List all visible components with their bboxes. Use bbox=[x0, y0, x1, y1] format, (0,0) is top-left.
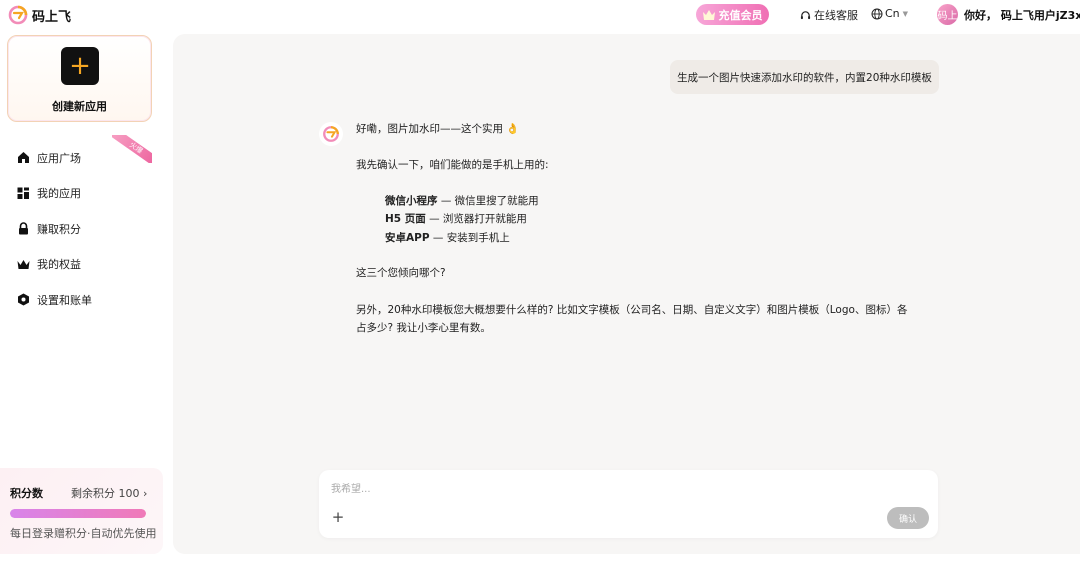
option-title: 安卓APP bbox=[385, 232, 430, 244]
user-greeting: 你好， 码上飞用户jZ3x bbox=[964, 8, 1080, 22]
language-label: Cn bbox=[885, 7, 900, 20]
user-message-bubble: 生成一个图片快速添加水印的软件，内置20种水印模板 bbox=[670, 60, 939, 94]
home-icon bbox=[16, 151, 30, 165]
plus-icon: + bbox=[61, 47, 99, 85]
confirm-button[interactable]: 确认 bbox=[887, 507, 929, 529]
points-note: 每日登录赠积分·自动优先使用 bbox=[10, 527, 157, 540]
bot-line: 好嘞，图片加水印——这个实用 👌 bbox=[356, 123, 520, 135]
sidebar-item-label: 我的应用 bbox=[37, 187, 81, 201]
settings-icon bbox=[16, 293, 30, 307]
language-selector[interactable]: Cn ▼ bbox=[871, 7, 908, 20]
chat-input-box: + 确认 bbox=[319, 470, 938, 538]
sidebar-item-label: 我的权益 bbox=[37, 258, 81, 272]
sidebar-item-label: 应用广场 bbox=[37, 151, 81, 165]
points-progress-fill bbox=[10, 509, 146, 518]
bot-line: 占多少? 我让小李心里有数。 bbox=[356, 322, 491, 334]
option-desc: — 微信里搜了就能用 bbox=[437, 195, 539, 207]
sidebar-item-my-apps[interactable]: 我的应用 bbox=[16, 176, 152, 212]
top-header: 码上飞 充值会员 在线客服 Cn ▼ 码上 你好， 码上飞用户jZ3x bbox=[0, 0, 1080, 30]
sidebar-nav: 应用广场 我的应用 赚取积分 我的权益 设置和账单 bbox=[16, 140, 152, 318]
points-title: 积分数 bbox=[10, 487, 43, 500]
vip-label: 充值会员 bbox=[718, 8, 763, 22]
bot-line: 这三个您倾向哪个? bbox=[356, 267, 446, 279]
create-new-app-button[interactable]: + 创建新应用 bbox=[7, 35, 152, 122]
service-label: 在线客服 bbox=[814, 9, 858, 22]
online-service-link[interactable]: 在线客服 bbox=[800, 7, 858, 23]
chat-input[interactable] bbox=[331, 480, 921, 498]
option-title: H5 页面 bbox=[385, 213, 426, 225]
vip-recharge-button[interactable]: 充值会员 bbox=[696, 4, 769, 25]
brand-logo[interactable]: 码上飞 bbox=[8, 5, 71, 25]
headset-icon bbox=[800, 10, 811, 19]
bot-option: 安卓APP — 安装到手机上 bbox=[385, 230, 510, 245]
sidebar-item-settings-billing[interactable]: 设置和账单 bbox=[16, 282, 152, 318]
grid-icon bbox=[16, 186, 30, 200]
option-desc: — 安装到手机上 bbox=[429, 232, 510, 244]
crown-icon bbox=[702, 9, 715, 20]
lock-icon bbox=[16, 222, 30, 236]
points-remaining-link[interactable]: 剩余积分 100 › bbox=[71, 485, 147, 501]
sidebar-item-my-benefits[interactable]: 我的权益 bbox=[16, 247, 152, 283]
option-desc: — 浏览器打开就能用 bbox=[425, 213, 527, 225]
add-attachment-button[interactable]: + bbox=[331, 510, 345, 525]
crown-icon bbox=[16, 257, 30, 271]
avatar: 码上 bbox=[937, 4, 958, 25]
sidebar-item-earn-points[interactable]: 赚取积分 bbox=[16, 211, 152, 247]
points-progress-bar bbox=[10, 509, 146, 518]
bot-option: 微信小程序 — 微信里搜了就能用 bbox=[385, 193, 539, 208]
sidebar-item-app-plaza[interactable]: 应用广场 bbox=[16, 140, 152, 176]
bot-avatar bbox=[319, 122, 343, 146]
points-card: 积分数 剩余积分 100 › 每日登录赠积分·自动优先使用 bbox=[0, 468, 163, 554]
bot-line: 另外，20种水印模板您大概想要什么样的? 比如文字模板（公司名、日期、自定义文字… bbox=[356, 304, 908, 316]
chevron-down-icon: ▼ bbox=[902, 9, 909, 18]
chat-panel: 生成一个图片快速添加水印的软件，内置20种水印模板 好嘞，图片加水印——这个实用… bbox=[173, 34, 1080, 554]
bot-option: H5 页面 — 浏览器打开就能用 bbox=[385, 211, 527, 226]
sidebar-item-label: 赚取积分 bbox=[37, 222, 81, 236]
bot-line: 我先确认一下，咱们能做的是手机上用的: bbox=[356, 159, 549, 171]
globe-icon bbox=[871, 8, 883, 19]
option-title: 微信小程序 bbox=[385, 195, 438, 207]
brand-name: 码上飞 bbox=[32, 9, 72, 25]
user-menu[interactable]: 码上 你好， 码上飞用户jZ3x bbox=[937, 4, 1080, 25]
brand-logo-icon bbox=[323, 126, 339, 142]
brand-logo-icon bbox=[8, 5, 28, 25]
sidebar-item-label: 设置和账单 bbox=[37, 293, 92, 307]
create-label: 创建新应用 bbox=[52, 100, 107, 113]
